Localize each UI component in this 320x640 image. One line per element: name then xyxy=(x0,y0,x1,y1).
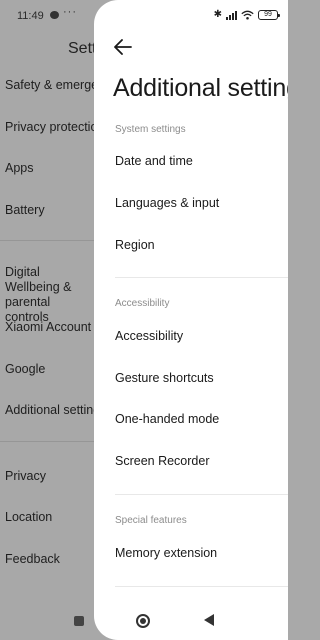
section-divider xyxy=(115,494,288,495)
menu-item-label: Accessibility xyxy=(115,329,184,343)
section-header-special-features: Special features xyxy=(115,515,187,526)
bg-item-digital-wellbeing[interactable]: Digital Wellbeing & parental controls xyxy=(5,265,93,325)
back-button[interactable] xyxy=(112,36,134,58)
bg-item-location[interactable]: Location xyxy=(5,510,52,525)
menu-item-screen-recorder[interactable]: Screen Recorder xyxy=(94,444,288,480)
section-header-accessibility: Accessibility xyxy=(115,298,170,309)
triangle-back-icon[interactable] xyxy=(204,614,214,626)
additional-settings-sheet: ✱ 99 Additional settings System settings… xyxy=(94,0,288,640)
menu-item-languages-input[interactable]: Languages & input xyxy=(94,186,288,222)
menu-item-region[interactable]: Region xyxy=(94,228,288,264)
status-time: 11:49 xyxy=(17,10,44,22)
menu-item-label: Languages & input xyxy=(115,196,220,210)
bg-item-apps[interactable]: Apps xyxy=(5,161,34,176)
menu-item-accessibility[interactable]: Accessibility xyxy=(94,319,288,355)
menu-item-label: One-handed mode xyxy=(115,412,220,426)
menu-item-label: Gesture shortcuts xyxy=(115,371,214,385)
menu-item-label: Date and time xyxy=(115,154,193,168)
bluetooth-icon: ✱ xyxy=(213,9,222,20)
status-bar-right: ✱ 99 xyxy=(213,8,280,22)
battery-icon: 99 xyxy=(258,10,280,20)
menu-item-date-and-time[interactable]: Date and time xyxy=(94,144,288,180)
section-divider xyxy=(115,586,288,587)
bg-item-google[interactable]: Google xyxy=(5,362,45,377)
recents-square-icon[interactable] xyxy=(74,616,84,626)
bg-item-additional-settings[interactable]: Additional settings xyxy=(5,403,106,418)
bg-item-xiaomi-account[interactable]: Xiaomi Account xyxy=(5,320,91,335)
section-divider xyxy=(115,277,288,278)
bg-item-privacy[interactable]: Privacy xyxy=(5,469,46,484)
signal-icon xyxy=(226,10,237,20)
menu-item-one-handed-mode[interactable]: One-handed mode xyxy=(94,402,288,438)
home-circle-icon[interactable] xyxy=(136,614,150,628)
menu-item-label: Memory extension xyxy=(115,546,218,560)
menu-item-label: Screen Recorder xyxy=(115,454,210,468)
menu-item-memory-extension[interactable]: Memory extension xyxy=(94,536,288,572)
bg-item-feedback[interactable]: Feedback xyxy=(5,552,60,567)
section-header-system-settings: System settings xyxy=(115,124,186,135)
menu-item-gesture-shortcuts[interactable]: Gesture shortcuts xyxy=(94,361,288,397)
wifi-icon xyxy=(241,10,254,20)
more-notifications-icon: ··· xyxy=(63,6,77,18)
chat-notification-icon xyxy=(50,11,59,19)
menu-item-label: Region xyxy=(115,238,155,252)
page-title: Additional settings xyxy=(113,74,288,102)
bg-item-privacy-protection[interactable]: Privacy protection xyxy=(5,120,104,135)
bg-item-battery[interactable]: Battery xyxy=(5,203,45,218)
